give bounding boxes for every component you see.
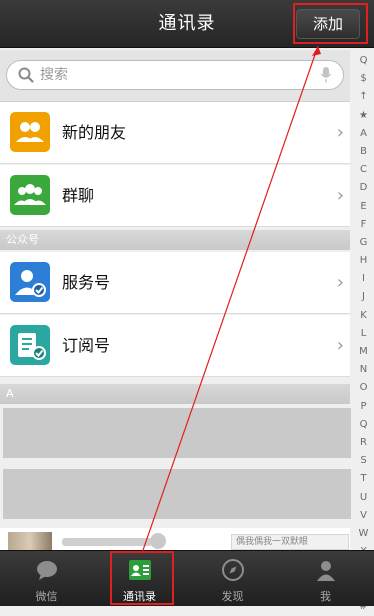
index-letter[interactable]: J — [353, 288, 374, 306]
add-button-highlight — [293, 3, 368, 44]
search-placeholder: 搜索 — [40, 67, 68, 83]
microphone-icon[interactable] — [321, 67, 331, 83]
search-input[interactable]: 搜索 — [6, 60, 344, 90]
index-letter[interactable]: W — [353, 525, 374, 543]
index-letter[interactable]: ★ — [353, 107, 374, 125]
chat-bubble-icon — [37, 561, 57, 580]
list-item-subscription-account[interactable]: 订阅号 › — [0, 315, 350, 377]
tab-label: 发现 — [221, 590, 244, 603]
contact-row-redacted[interactable] — [3, 408, 351, 458]
index-letter[interactable]: T — [353, 470, 374, 488]
compass-icon — [222, 559, 244, 581]
index-letter[interactable]: A — [353, 125, 374, 143]
index-letter[interactable]: P — [353, 398, 374, 416]
list-item-service-account[interactable]: 服务号 › — [0, 252, 350, 314]
index-letter[interactable]: D — [353, 179, 374, 197]
person-icon — [317, 561, 335, 581]
chevron-right-icon: › — [336, 185, 344, 206]
index-letter[interactable]: H — [353, 252, 374, 270]
subscription-account-icon — [10, 325, 50, 365]
new-friends-icon — [10, 112, 50, 152]
index-letter[interactable]: I — [353, 270, 374, 288]
index-letter[interactable]: E — [353, 198, 374, 216]
group-chat-icon — [10, 175, 50, 215]
tab-label: 我 — [320, 590, 331, 603]
index-letter[interactable]: L — [353, 325, 374, 343]
index-letter[interactable]: V — [353, 507, 374, 525]
contacts-tab-highlight — [110, 551, 174, 605]
chevron-right-icon: › — [336, 335, 344, 356]
index-letter[interactable]: R — [353, 434, 374, 452]
index-letter[interactable]: G — [353, 234, 374, 252]
index-letter[interactable]: K — [353, 307, 374, 325]
tab-me[interactable]: 我 — [279, 551, 372, 607]
status-dot — [150, 533, 166, 549]
index-letter[interactable]: S — [353, 452, 374, 470]
contact-name-blurred — [62, 538, 152, 546]
list-item-label: 新的朋友 — [62, 123, 127, 142]
list-item-label: 服务号 — [62, 273, 111, 292]
tab-label: 微信 — [35, 590, 58, 603]
section-header-a: A — [0, 384, 350, 404]
search-bar: 搜索 — [0, 50, 350, 102]
service-account-icon — [10, 262, 50, 302]
contact-avatar — [8, 532, 52, 550]
list-item-label: 订阅号 — [62, 336, 111, 355]
chevron-right-icon: › — [336, 122, 344, 143]
tab-discover[interactable]: 发现 — [186, 551, 279, 607]
list-item-label: 群聊 — [62, 186, 95, 205]
tab-chats[interactable]: 微信 — [0, 551, 93, 607]
index-letter[interactable]: O — [353, 379, 374, 397]
list-item-new-friends[interactable]: 新的朋友 › — [0, 102, 350, 164]
list-item-group-chat[interactable]: 群聊 › — [0, 165, 350, 227]
alphabet-index[interactable]: Q$↑★ABCDEFGHIJKLMNOPQRSTUVWXYZ# — [353, 52, 374, 612]
index-letter[interactable]: N — [353, 361, 374, 379]
contact-row-partial[interactable]: 偶我偶我一双默眼 — [0, 528, 350, 550]
index-letter[interactable]: U — [353, 489, 374, 507]
index-letter[interactable]: B — [353, 143, 374, 161]
contact-row-redacted[interactable] — [3, 469, 351, 519]
index-letter[interactable]: Q — [353, 52, 374, 70]
search-icon — [18, 67, 34, 83]
index-letter[interactable]: F — [353, 216, 374, 234]
index-letter[interactable]: ↑ — [353, 88, 374, 106]
bottom-tab-bar: 微信 通讯录 发现 我 — [0, 550, 374, 606]
chevron-right-icon: › — [336, 272, 344, 293]
index-letter[interactable]: Q — [353, 416, 374, 434]
section-header-public: 公众号 — [0, 230, 350, 250]
index-letter[interactable]: M — [353, 343, 374, 361]
contact-signature: 偶我偶我一双默眼 — [231, 534, 349, 550]
index-letter[interactable]: $ — [353, 70, 374, 88]
index-letter[interactable]: C — [353, 161, 374, 179]
